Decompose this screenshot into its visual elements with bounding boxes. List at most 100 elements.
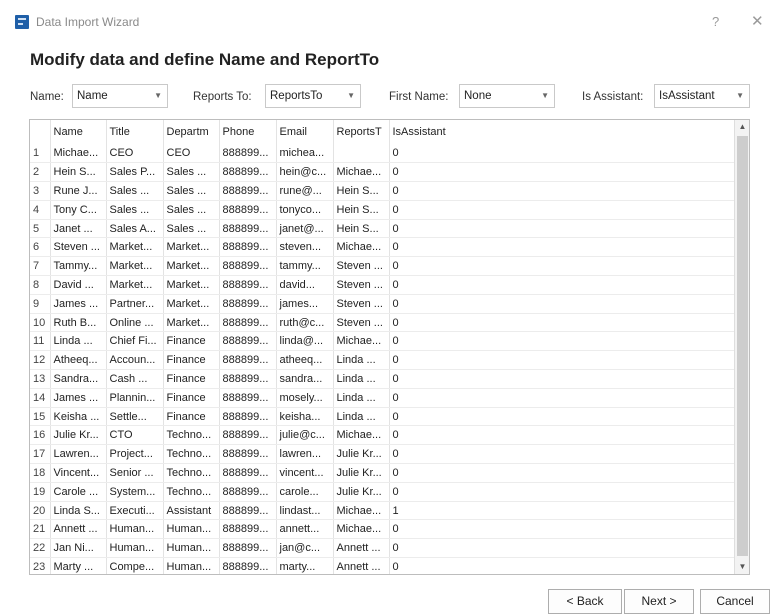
name-cell[interactable]: Michae... (50, 144, 107, 164)
column-header-email[interactable]: Email (276, 120, 334, 144)
table-row[interactable]: 15 Keisha ... Settle... Finance 888899... kei… (30, 407, 735, 427)
department-cell[interactable]: Sales ... (163, 162, 220, 183)
reports-to-cell[interactable]: Julie Kr... (333, 444, 390, 465)
department-cell[interactable]: Market... (163, 256, 220, 277)
phone-cell[interactable]: 888899... (219, 144, 277, 164)
title-cell[interactable]: Sales ... (106, 181, 164, 201)
is-assistant-cell[interactable]: 0 (389, 313, 735, 333)
phone-cell[interactable]: 888899... (219, 388, 277, 408)
name-cell[interactable]: James ... (50, 388, 107, 408)
is-assistant-cell[interactable]: 0 (389, 557, 735, 574)
column-header-reports-to[interactable]: ReportsT (333, 120, 390, 144)
name-cell[interactable]: Steven ... (50, 237, 107, 258)
department-cell[interactable]: Techno... (163, 463, 220, 483)
cancel-button[interactable]: Cancel (700, 589, 770, 614)
phone-cell[interactable]: 888899... (219, 350, 277, 371)
phone-cell[interactable]: 888899... (219, 369, 277, 389)
department-cell[interactable]: Techno... (163, 444, 220, 465)
phone-cell[interactable]: 888899... (219, 331, 277, 352)
is-assistant-cell[interactable]: 0 (389, 144, 735, 164)
department-cell[interactable]: Finance (163, 407, 220, 427)
scroll-down-icon[interactable]: ▼ (735, 560, 750, 574)
phone-cell[interactable]: 888899... (219, 313, 277, 333)
name-cell[interactable]: Vincent... (50, 463, 107, 483)
phone-cell[interactable]: 888899... (219, 482, 277, 502)
reports-to-cell[interactable]: Hein S... (333, 219, 390, 239)
is-assistant-cell[interactable]: 0 (389, 181, 735, 201)
table-row[interactable]: 18 Vincent... Senior ... Techno... 888899...… (30, 463, 735, 483)
email-cell[interactable]: lindast... (276, 501, 334, 521)
is-assistant-cell[interactable]: 0 (389, 162, 735, 183)
reports-to-cell[interactable]: Linda ... (333, 388, 390, 408)
title-cell[interactable]: Online ... (106, 313, 164, 333)
table-row[interactable]: 17 Lawren... Project... Techno... 888899... l… (30, 444, 735, 465)
back-button[interactable]: < Back (548, 589, 622, 614)
reports-to-cell[interactable]: Annett ... (333, 538, 390, 559)
scroll-up-icon[interactable]: ▲ (735, 120, 750, 134)
reports-to-cell[interactable]: Hein S... (333, 181, 390, 201)
email-cell[interactable]: julie@c... (276, 425, 334, 446)
department-cell[interactable]: Finance (163, 331, 220, 352)
reports-to-cell[interactable]: Michae... (333, 331, 390, 352)
column-header-title[interactable]: Title (106, 120, 164, 144)
phone-cell[interactable]: 888899... (219, 501, 277, 521)
department-cell[interactable]: Market... (163, 294, 220, 314)
reports-to-cell[interactable] (333, 144, 390, 164)
department-cell[interactable]: Human... (163, 519, 220, 540)
department-cell[interactable]: Finance (163, 350, 220, 371)
title-cell[interactable]: Market... (106, 275, 164, 295)
department-cell[interactable]: Assistant (163, 501, 220, 521)
name-cell[interactable]: Atheeq... (50, 350, 107, 371)
title-cell[interactable]: CTO (106, 425, 164, 446)
name-cell[interactable]: Annett ... (50, 519, 107, 540)
table-row[interactable]: 2 Hein S... Sales P... Sales ... 888899... he… (30, 162, 735, 183)
is-assistant-cell[interactable]: 0 (389, 407, 735, 427)
name-cell[interactable]: Tammy... (50, 256, 107, 277)
title-cell[interactable]: Chief Fi... (106, 331, 164, 352)
scrollbar-thumb[interactable] (737, 136, 748, 556)
email-cell[interactable]: linda@... (276, 331, 334, 352)
is-assistant-cell[interactable]: 1 (389, 501, 735, 521)
reports-to-cell[interactable]: Annett ... (333, 557, 390, 574)
title-cell[interactable]: Accoun... (106, 350, 164, 371)
reports-to-cell[interactable]: Linda ... (333, 369, 390, 389)
is-assistant-cell[interactable]: 0 (389, 463, 735, 483)
email-cell[interactable]: lawren... (276, 444, 334, 465)
title-cell[interactable]: System... (106, 482, 164, 502)
next-button[interactable]: Next > (624, 589, 694, 614)
email-cell[interactable]: michea... (276, 144, 334, 164)
close-icon[interactable]: ✕ (751, 12, 764, 30)
phone-cell[interactable]: 888899... (219, 162, 277, 183)
table-row[interactable]: 20 Linda S... Executi... Assistant 888899...… (30, 501, 735, 521)
table-row[interactable]: 5 Janet ... Sales A... Sales ... 888899... ja… (30, 219, 735, 239)
is-assistant-cell[interactable]: 0 (389, 444, 735, 465)
department-cell[interactable]: Finance (163, 369, 220, 389)
email-cell[interactable]: rune@... (276, 181, 334, 201)
table-row[interactable]: 11 Linda ... Chief Fi... Finance 888899... li… (30, 331, 735, 352)
is-assistant-select[interactable]: IsAssistant ▼ (654, 84, 750, 108)
is-assistant-cell[interactable]: 0 (389, 482, 735, 502)
phone-cell[interactable]: 888899... (219, 557, 277, 574)
name-cell[interactable]: Ruth B... (50, 313, 107, 333)
table-row[interactable]: 3 Rune J... Sales ... Sales ... 888899... run… (30, 181, 735, 201)
phone-cell[interactable]: 888899... (219, 181, 277, 201)
table-row[interactable]: 1 Michae... CEO CEO 888899... michea... 0 (30, 144, 735, 164)
table-row[interactable]: 10 Ruth B... Online ... Market... 888899... r… (30, 313, 735, 333)
reports-to-cell[interactable]: Michae... (333, 162, 390, 183)
is-assistant-cell[interactable]: 0 (389, 256, 735, 277)
department-cell[interactable]: Sales ... (163, 200, 220, 220)
is-assistant-cell[interactable]: 0 (389, 275, 735, 295)
title-cell[interactable]: Partner... (106, 294, 164, 314)
phone-cell[interactable]: 888899... (219, 256, 277, 277)
reports-to-cell[interactable]: Julie Kr... (333, 482, 390, 502)
table-row[interactable]: 9 James ... Partner... Market... 888899... ja… (30, 294, 735, 314)
email-cell[interactable]: mosely... (276, 388, 334, 408)
email-cell[interactable]: ruth@c... (276, 313, 334, 333)
email-cell[interactable]: keisha... (276, 407, 334, 427)
email-cell[interactable]: atheeq... (276, 350, 334, 371)
name-cell[interactable]: Carole ... (50, 482, 107, 502)
email-cell[interactable]: david... (276, 275, 334, 295)
department-cell[interactable]: Market... (163, 237, 220, 258)
title-cell[interactable]: Market... (106, 256, 164, 277)
title-cell[interactable]: Compe... (106, 557, 164, 574)
